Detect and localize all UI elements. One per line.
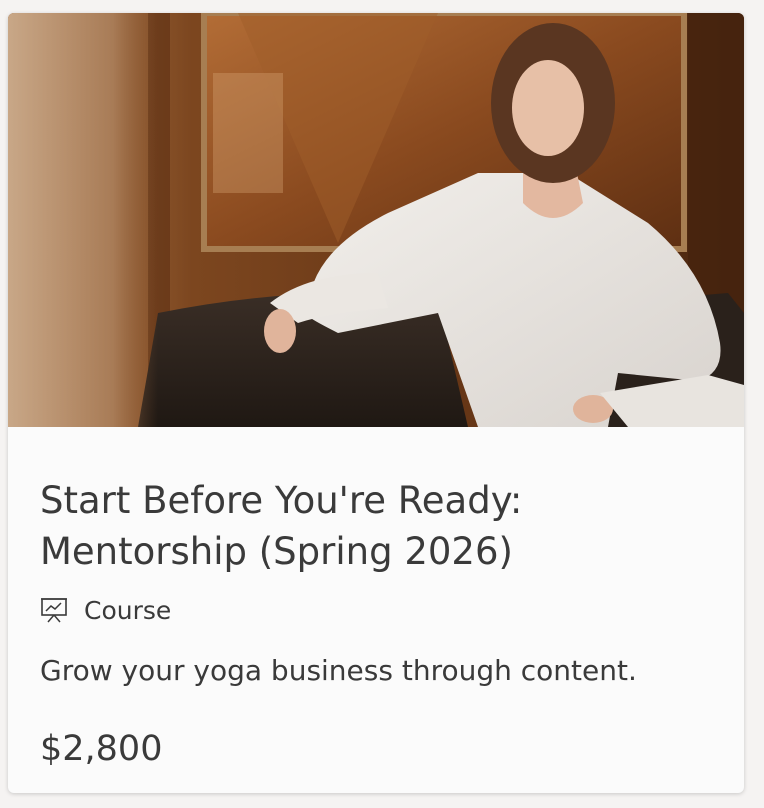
product-price: $2,800 <box>40 729 163 769</box>
product-title-line-1: Start Before You're Ready: <box>40 479 523 522</box>
product-type: Course <box>40 594 171 626</box>
product-type-label: Course <box>84 595 172 625</box>
product-image[interactable] <box>8 13 744 427</box>
product-title[interactable]: Start Before You're Ready: Mentorship (S… <box>40 475 700 577</box>
product-details: Start Before You're Ready: Mentorship (S… <box>8 427 744 793</box>
product-card[interactable]: Start Before You're Ready: Mentorship (S… <box>8 13 744 793</box>
product-description: Grow your yoga business through content. <box>40 654 637 687</box>
presentation-icon <box>40 596 68 624</box>
product-title-line-2: Mentorship (Spring 2026) <box>40 530 513 573</box>
